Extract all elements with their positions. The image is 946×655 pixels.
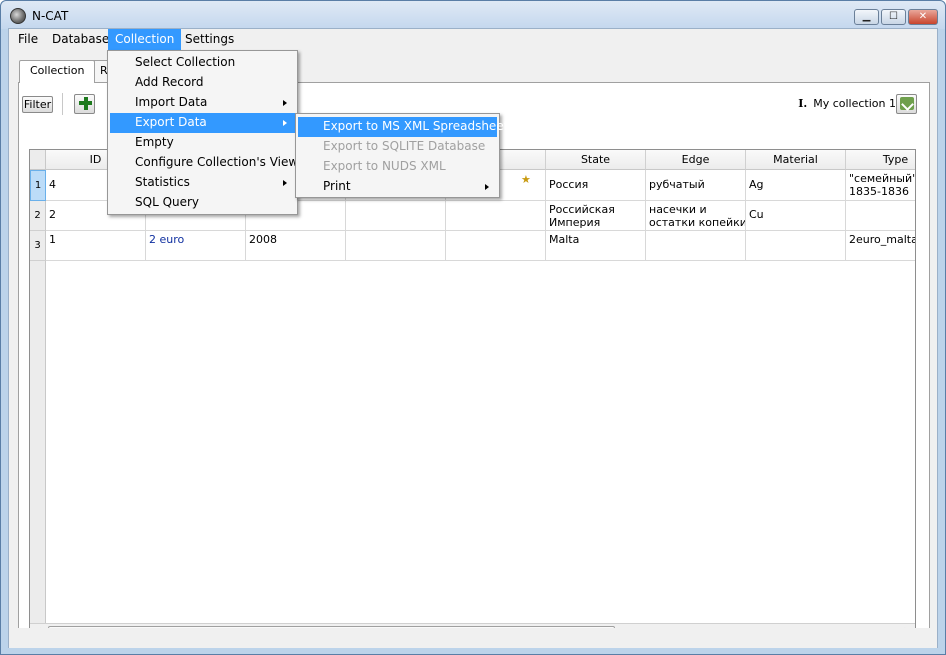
table-cell[interactable] [346, 231, 446, 261]
menu-item-add-record[interactable]: Add Record [110, 73, 295, 93]
table-cell[interactable]: Россия [546, 170, 646, 201]
table-cell[interactable] [846, 201, 915, 231]
row-header[interactable]: 1 [30, 170, 46, 201]
menu-collection[interactable]: Collection [108, 29, 182, 51]
filter-button[interactable]: Filter [22, 96, 53, 113]
menu-item-statistics[interactable]: Statistics [110, 173, 295, 193]
collection-name: My collection 1 [813, 97, 896, 110]
menu-database[interactable]: Database [45, 29, 116, 51]
toolbar-divider [62, 93, 63, 115]
current-collection: I. My collection 1 [798, 97, 896, 110]
export-submenu: Export to MS XML Spreadsheet Export to S… [295, 113, 508, 198]
table-cell[interactable]: насечки и остатки копейки [646, 201, 746, 231]
table-cell[interactable] [446, 231, 546, 261]
table-cell[interactable]: Ag [746, 170, 846, 201]
table-cell-link[interactable]: 2 euro [146, 231, 246, 261]
add-record-button[interactable] [74, 94, 95, 114]
column-header-type[interactable]: Type [846, 150, 915, 170]
chevron-right-icon [283, 100, 287, 106]
plus-icon [79, 97, 92, 110]
menu-item-import-data[interactable]: Import Data [110, 93, 295, 113]
status-bar [9, 628, 937, 648]
menu-item-export-ms-xml[interactable]: Export to MS XML Spreadsheet [298, 117, 508, 137]
row-header[interactable]: 2 [30, 201, 46, 231]
menu-item-label: Export Data [135, 115, 207, 129]
table-cell[interactable]: 2008 [246, 231, 346, 261]
chevron-right-icon [283, 120, 287, 126]
menu-item-select-collection[interactable]: Select Collection [110, 53, 295, 73]
go-collection-button[interactable] [896, 94, 917, 114]
menu-item-empty[interactable]: Empty [110, 133, 295, 153]
menu-item-label: Print [323, 179, 351, 193]
app-window: N-CAT ▁ ☐ ✕ File Database Collection Set… [0, 0, 946, 655]
arrow-go-icon [900, 97, 914, 110]
table-cell[interactable] [446, 201, 546, 231]
tab-collection[interactable]: Collection [19, 60, 96, 83]
menu-item-sql-query[interactable]: SQL Query [110, 193, 295, 213]
menu-item-export-data[interactable]: Export Data [110, 113, 295, 133]
table-cell[interactable]: 2euro_malta_2008 [846, 231, 915, 261]
minimize-button[interactable]: ▁ [854, 9, 879, 25]
menu-bar: File Database Collection Settings [9, 29, 937, 51]
app-logo-icon [10, 8, 26, 24]
title-bar: N-CAT ▁ ☐ ✕ [1, 1, 945, 29]
column-header-state[interactable]: State [546, 150, 646, 170]
menu-item-label: Statistics [135, 175, 190, 189]
table-cell[interactable]: Российская Империя [546, 201, 646, 231]
table-cell[interactable]: 1 [46, 231, 146, 261]
window-title: N-CAT [32, 9, 69, 23]
menu-item-configure-view[interactable]: Configure Collection's View [110, 153, 298, 173]
table-cell[interactable]: Cu [746, 201, 846, 231]
maximize-button[interactable]: ☐ [881, 9, 906, 25]
table-cell[interactable]: "семейный" рубль 1835-1836 [846, 170, 915, 201]
row-header[interactable]: 3 [30, 231, 46, 261]
collection-number: I. [798, 97, 808, 110]
column-header-edge[interactable]: Edge [646, 150, 746, 170]
records-table: ID State Edge Material Type 1 4 ★ Россия [29, 149, 916, 639]
menu-item-print[interactable]: Print [298, 177, 497, 197]
table-corner [30, 150, 46, 170]
column-header-material[interactable]: Material [746, 150, 846, 170]
table-cell[interactable] [746, 231, 846, 261]
table-cell[interactable]: Malta [546, 231, 646, 261]
menu-item-export-nuds: Export to NUDS XML [323, 159, 446, 173]
table-cell[interactable]: рубчатый [646, 170, 746, 201]
chevron-right-icon [485, 184, 489, 190]
table-cell[interactable] [346, 201, 446, 231]
star-icon: ★ [521, 173, 531, 186]
close-button[interactable]: ✕ [908, 9, 938, 25]
menu-file[interactable]: File [11, 29, 45, 51]
table-cell[interactable] [646, 231, 746, 261]
menu-item-label: Import Data [135, 95, 208, 109]
menu-settings[interactable]: Settings [178, 29, 241, 51]
collection-menu: Select Collection Add Record Import Data… [107, 50, 298, 215]
menu-item-export-sqlite: Export to SQLITE Database [323, 139, 486, 153]
chevron-right-icon [283, 180, 287, 186]
